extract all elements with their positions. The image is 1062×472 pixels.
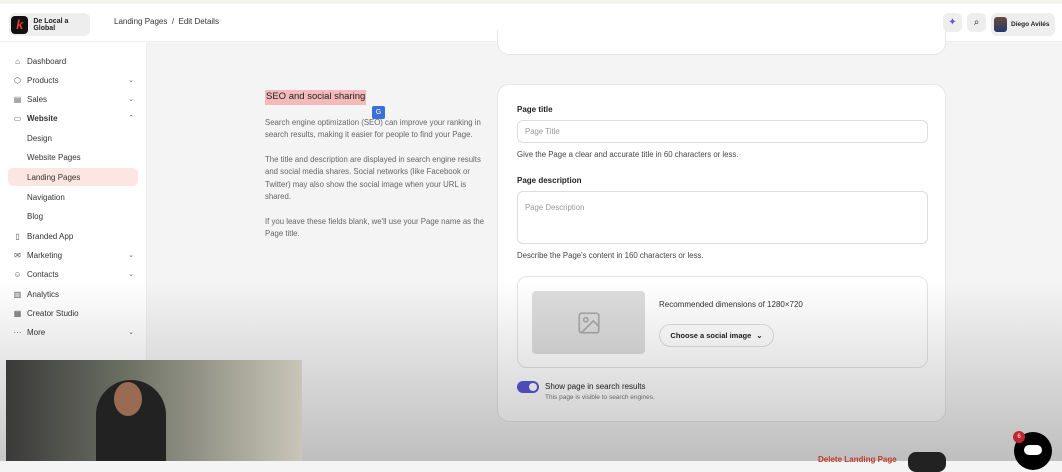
sidebar-item-label: Landing Pages bbox=[27, 172, 81, 182]
sidebar-icon: ▤ bbox=[13, 94, 22, 104]
toggle-subtext: This page is visible to search engines. bbox=[545, 394, 655, 401]
sidebar-item-contacts[interactable]: ☺ Contacts ⌄ bbox=[8, 265, 138, 283]
workspace-switcher[interactable]: k De Local a Global bbox=[9, 13, 90, 36]
sidebar-item-navigation[interactable]: Navigation bbox=[8, 188, 138, 206]
image-placeholder-icon bbox=[532, 291, 645, 354]
seo-card: Page title Page Title Give the Page a cl… bbox=[497, 84, 946, 422]
image-recommendation: Recommended dimensions of 1280×720 bbox=[659, 300, 803, 309]
sidebar-item-label: Analytics bbox=[27, 289, 60, 299]
sidebar-item-blog[interactable]: Blog bbox=[8, 207, 138, 225]
sidebar-item-sales[interactable]: ▤ Sales ⌄ bbox=[8, 90, 138, 108]
sidebar-item-label: Marketing bbox=[27, 250, 63, 260]
sidebar-item-label: Website Pages bbox=[27, 152, 81, 162]
save-button[interactable] bbox=[908, 452, 946, 472]
page-description-textarea[interactable]: Page Description bbox=[517, 191, 928, 244]
seo-paragraph: The title and description are displayed … bbox=[265, 154, 481, 202]
sidebar-item-label: Dashboard bbox=[27, 56, 67, 66]
sidebar-icon: ✉ bbox=[14, 250, 21, 260]
seo-paragraph: If you leave these fields blank, we'll u… bbox=[265, 216, 485, 239]
chevron-icon: ⌄ bbox=[128, 329, 134, 336]
sidebar-item-label: Sales bbox=[27, 94, 48, 104]
chevron-icon: ⌄ bbox=[128, 77, 134, 84]
sidebar-item-landing-pages[interactable]: Landing Pages bbox=[8, 168, 138, 186]
sidebar-item-marketing[interactable]: ✉ Marketing ⌄ bbox=[8, 246, 138, 264]
avatar bbox=[994, 17, 1007, 32]
sidebar-item-label: Blog bbox=[27, 211, 44, 221]
chevron-down-icon: ⌄ bbox=[756, 331, 763, 340]
sidebar-icon: ☺ bbox=[13, 269, 22, 279]
webcam-video bbox=[6, 360, 302, 461]
chat-badge: 6 bbox=[1013, 431, 1025, 443]
seo-paragraph: Search engine optimization (SEO) can imp… bbox=[265, 117, 481, 140]
section-title: SEO and social sharing bbox=[265, 90, 367, 105]
previous-card bbox=[497, 30, 946, 55]
sidebar-icon: ▭ bbox=[13, 113, 22, 123]
sidebar-item-analytics[interactable]: ▥ Analytics bbox=[8, 285, 138, 303]
sidebar-item-creator-studio[interactable]: ▦ Creator Studio bbox=[8, 304, 138, 322]
chevron-icon: ⌄ bbox=[128, 271, 134, 278]
sidebar-item-label: Creator Studio bbox=[27, 308, 79, 318]
search-visibility-toggle[interactable] bbox=[517, 381, 539, 393]
user-menu[interactable]: Diego Avilés bbox=[991, 13, 1055, 36]
sidebar-item-label: Navigation bbox=[27, 192, 65, 202]
translate-icon[interactable]: G bbox=[372, 106, 385, 119]
page-title-help: Give the Page a clear and accurate title… bbox=[517, 150, 739, 159]
search-icon[interactable]: ⌕ bbox=[967, 13, 986, 32]
sidebar-icon: ··· bbox=[13, 327, 22, 337]
sidebar-item-website-pages[interactable]: Website Pages bbox=[8, 148, 138, 166]
presenter-head bbox=[114, 382, 142, 416]
chevron-icon: ⌃ bbox=[128, 115, 134, 122]
page-title-input[interactable]: Page Title bbox=[517, 120, 928, 143]
chevron-icon: ⌄ bbox=[128, 96, 134, 103]
breadcrumb[interactable]: Landing Pages / Edit Details bbox=[114, 17, 219, 26]
social-image-box: Recommended dimensions of 1280×720 Choos… bbox=[517, 276, 928, 368]
workspace-name: De Local a Global bbox=[33, 17, 69, 32]
page-title-label: Page title bbox=[517, 105, 553, 114]
sidebar-item-branded-app[interactable]: ▯ Branded App bbox=[8, 227, 138, 245]
toggle-label: Show page in search results bbox=[545, 382, 646, 391]
user-name: Diego Avilés bbox=[1011, 21, 1050, 28]
sidebar-item-label: Products bbox=[27, 75, 59, 85]
sidebar-item-products[interactable]: ⬡ Products ⌄ bbox=[8, 71, 138, 89]
sidebar-item-label: Design bbox=[27, 133, 52, 143]
sidebar-icon: ▥ bbox=[13, 289, 22, 299]
sidebar-item-dashboard[interactable]: ⌂ Dashboard bbox=[8, 52, 138, 70]
choose-social-image-button[interactable]: Choose a social image ⌄ bbox=[659, 324, 774, 347]
sidebar-item-label: Contacts bbox=[27, 269, 59, 279]
sidebar-icon: ▦ bbox=[13, 308, 22, 318]
sidebar-item-design[interactable]: Design bbox=[8, 129, 138, 147]
chevron-icon: ⌄ bbox=[128, 252, 134, 259]
delete-page-link[interactable]: Delete Landing Page bbox=[818, 455, 897, 464]
sidebar-icon: ▯ bbox=[15, 231, 20, 241]
sidebar-item-label: More bbox=[27, 327, 46, 337]
sidebar-icon: ⬡ bbox=[14, 75, 21, 85]
sidebar-icon: ⌂ bbox=[15, 56, 20, 66]
sidebar-item-label: Website bbox=[27, 113, 58, 123]
sidebar-item-label: Branded App bbox=[27, 231, 74, 241]
brand-logo: k bbox=[11, 15, 29, 34]
sidebar-item-website[interactable]: ▭ Website ⌃ bbox=[8, 109, 138, 127]
sidebar-item-more[interactable]: ··· More ⌄ bbox=[8, 323, 138, 341]
button-label: Choose a social image bbox=[670, 331, 752, 340]
page-description-help: Describe the Page's content in 160 chara… bbox=[517, 251, 704, 260]
page-description-label: Page description bbox=[517, 176, 582, 185]
